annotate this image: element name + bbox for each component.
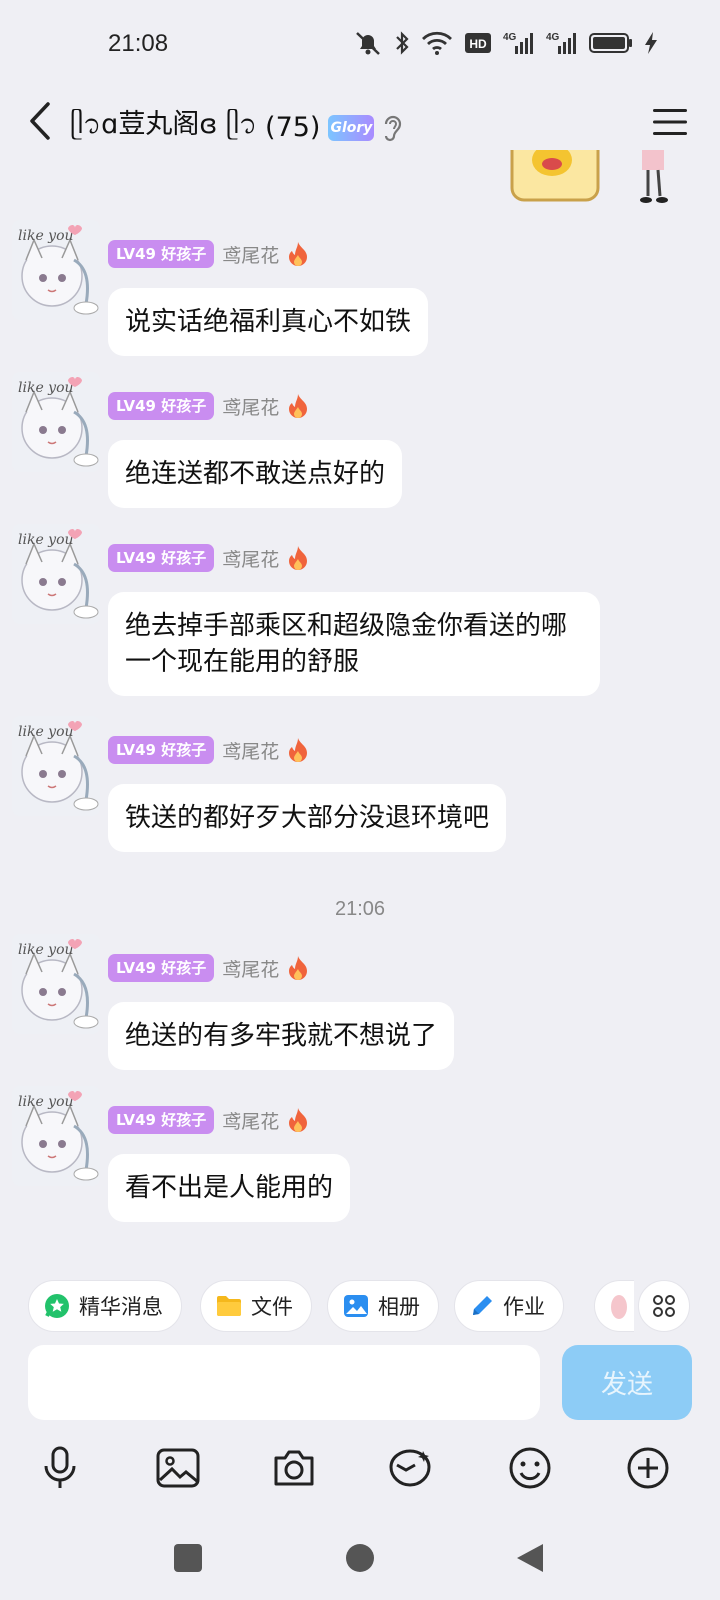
level-badge: LV49 好孩子 [108,1106,215,1134]
level-badge: LV49 好孩子 [108,954,215,982]
level-badge: LV49 好孩子 [108,240,215,268]
back-button[interactable] [20,96,60,146]
more-apps-button[interactable] [638,1280,690,1332]
message-meta: LV49 好孩子 鸢尾花 [108,954,309,982]
wifi-icon [421,30,453,56]
quick-actions-bar: 精华消息 文件 相册 作业 [0,1268,720,1336]
chip-label: 相册 [378,1295,420,1319]
hd-icon: HD [464,32,492,54]
level-badge: LV49 好孩子 [108,544,215,572]
signal-4g-icon: 4G [503,30,535,56]
bluetooth-icon [394,30,410,56]
plus-icon[interactable] [618,1438,678,1498]
status-time: 21:08 [108,30,169,57]
emoji-icon[interactable] [500,1438,560,1498]
message-input[interactable] [28,1345,540,1420]
chip-label: 文件 [251,1295,293,1319]
message-meta: LV49 好孩子 鸢尾花 [108,240,309,268]
system-nav-bar [0,1520,720,1600]
level-badge: LV49 好孩子 [108,736,215,764]
time-divider: 21:06 [334,898,386,920]
avatar[interactable] [12,934,100,1034]
chip-files[interactable]: 文件 [200,1280,312,1332]
chip-album[interactable]: 相册 [327,1280,439,1332]
status-icons: HD 4G 4G [353,30,658,56]
composer: 发送 [0,1345,720,1425]
album-icon [342,1293,370,1319]
avatar[interactable] [12,524,100,624]
flame-icon [287,241,309,267]
avatar[interactable] [12,716,100,816]
home-icon[interactable] [340,1538,380,1578]
flame-icon [287,545,309,571]
sender-name[interactable]: 鸢尾花 [222,955,279,982]
grid-icon [653,1295,675,1317]
avatar[interactable] [12,220,100,320]
sender-name[interactable]: 鸢尾花 [222,545,279,572]
message-meta: LV49 好孩子 鸢尾花 [108,392,309,420]
message-bubble[interactable]: 铁送的都好歹大部分没退环境吧 [108,784,507,852]
hd-label: HD [469,37,487,51]
group-name: ᥫ᭡ɑ荳丸阁ɞ ᥫ᭡ [70,109,258,140]
signal-4g-icon: 4G [546,30,578,56]
chat-message: LV49 好孩子 鸢尾花 看不出是人能用的 [0,1086,720,1236]
pen-icon [469,1293,495,1319]
avatar[interactable] [12,1086,100,1186]
message-meta: LV49 好孩子 鸢尾花 [108,736,309,764]
message-bubble[interactable]: 绝去掉手部乘区和超级隐金你看送的哪一个现在能用的舒服 [108,592,600,696]
sender-name[interactable]: 鸢尾花 [222,393,279,420]
member-count: (75) [265,112,321,143]
message-bubble[interactable]: 说实话绝福利真心不如铁 [108,288,429,356]
status-bar: 21:08 HD 4G 4G [0,0,720,90]
sticker-image[interactable] [500,150,680,214]
chat-message: LV49 好孩子 鸢尾花 绝去掉手部乘区和超级隐金你看送的哪一个现在能用的舒服 [0,524,720,714]
flame-icon [287,1107,309,1133]
message-bubble[interactable]: 绝连送都不敢送点好的 [108,440,403,508]
microphone-icon[interactable] [30,1438,90,1498]
star-chat-icon [43,1292,71,1320]
folder-icon [215,1293,243,1319]
chat-message: LV49 好孩子 鸢尾花 绝送的有多牢我就不想说了 [0,934,720,1084]
ear-icon [382,113,404,143]
back-arrow-icon [30,102,50,140]
net-label: 4G [546,32,560,43]
camera-icon[interactable] [264,1438,324,1498]
composer-tools [0,1438,720,1518]
mute-icon [353,30,383,56]
chat-message: LV49 好孩子 鸢尾花 绝连送都不敢送点好的 [0,372,720,522]
sticker-icon [611,1295,627,1319]
back-triangle-icon[interactable] [510,1538,550,1578]
chat-message: LV49 好孩子 鸢尾花 铁送的都好歹大部分没退环境吧 [0,716,720,866]
chip-label: 精华消息 [79,1295,163,1319]
group-badge: Glory [328,114,375,141]
message-bubble[interactable]: 看不出是人能用的 [108,1154,351,1222]
red-packet-icon[interactable] [380,1438,440,1498]
chip-partial[interactable] [594,1280,634,1332]
charging-icon [644,31,658,55]
group-title[interactable]: ᥫ᭡ɑ荳丸阁ɞ ᥫ᭡ (75) Glory [70,102,404,153]
level-badge: LV49 好孩子 [108,392,215,420]
menu-button[interactable] [646,98,694,146]
chip-label: 作业 [503,1295,545,1319]
image-icon[interactable] [148,1438,208,1498]
chip-homework[interactable]: 作业 [454,1280,564,1332]
flame-icon [287,737,309,763]
send-button[interactable]: 发送 [562,1345,692,1420]
message-meta: LV49 好孩子 鸢尾花 [108,1106,309,1134]
message-bubble[interactable]: 绝送的有多牢我就不想说了 [108,1002,455,1070]
avatar[interactable] [12,372,100,472]
flame-icon [287,955,309,981]
recent-apps-icon[interactable] [168,1538,208,1578]
sender-name[interactable]: 鸢尾花 [222,241,279,268]
sender-name[interactable]: 鸢尾花 [222,1107,279,1134]
chip-essence-messages[interactable]: 精华消息 [28,1280,182,1332]
hamburger-menu-icon [653,109,687,135]
sender-name[interactable]: 鸢尾花 [222,737,279,764]
net-label: 4G [503,32,517,43]
chat-message: LV49 好孩子 鸢尾花 说实话绝福利真心不如铁 [0,220,720,370]
message-meta: LV49 好孩子 鸢尾花 [108,544,309,572]
flame-icon [287,393,309,419]
battery-icon [589,32,633,54]
